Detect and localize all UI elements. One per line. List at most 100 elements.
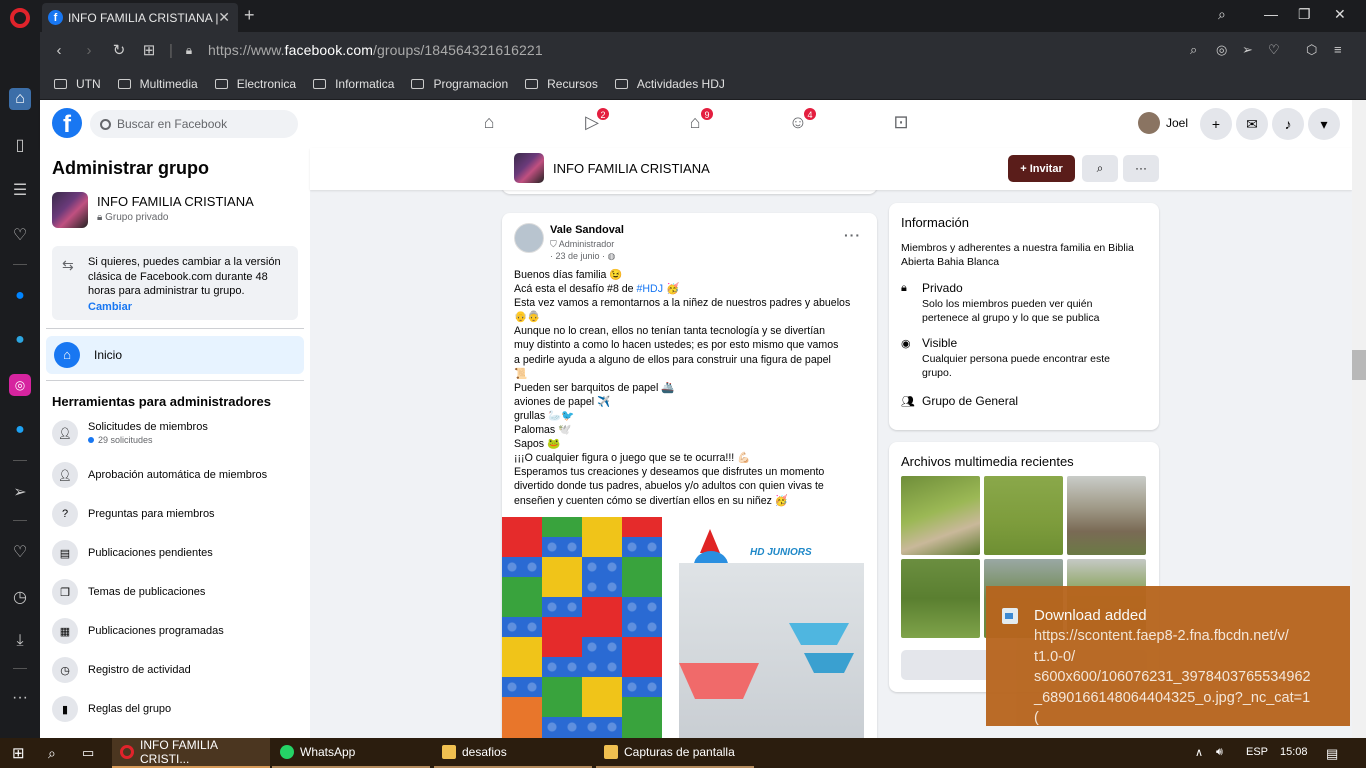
switch-link[interactable]: Cambiar: [88, 300, 290, 315]
close-tab-icon[interactable]: ✕: [218, 9, 230, 26]
flow-icon[interactable]: ➢: [9, 481, 31, 503]
bookmark-electronica[interactable]: Electronica: [214, 77, 296, 91]
media-thumbnail[interactable]: [984, 476, 1063, 555]
bookmark-informatica[interactable]: Informatica: [313, 77, 394, 91]
twitter-icon[interactable]: ●: [9, 419, 31, 441]
bookmark-programacion[interactable]: Programacion: [411, 77, 508, 91]
search-group-icon[interactable]: ⌕: [1082, 155, 1118, 182]
create-icon[interactable]: +: [1200, 108, 1232, 140]
profile-link[interactable]: Joel: [1138, 112, 1188, 134]
search-icon: [100, 118, 111, 130]
language-indicator[interactable]: ESP: [1246, 746, 1268, 758]
more-icon[interactable]: ···: [9, 687, 31, 709]
gaming-nav-icon[interactable]: ⊡: [889, 112, 913, 136]
tool-activity-log[interactable]: ◷ Registro de actividad: [52, 657, 191, 683]
url-field[interactable]: https://www.facebook.com/groups/18456432…: [208, 42, 543, 58]
post-options-icon[interactable]: ···: [844, 227, 861, 243]
invite-button[interactable]: + Invitar: [1008, 155, 1075, 182]
home-icon[interactable]: ⌂: [9, 88, 31, 110]
forward-icon[interactable]: ›: [74, 42, 104, 59]
list-icon[interactable]: ☰: [9, 179, 31, 201]
group-card[interactable]: INFO FAMILIA CRISTIANA 🔒︎ Grupo privado: [52, 192, 254, 228]
messenger-icon[interactable]: ✉: [1236, 108, 1268, 140]
scrollbar-thumb[interactable]: [1352, 350, 1366, 380]
restore-icon[interactable]: ❐: [1298, 6, 1311, 23]
opera-sidebar: ⌂ ▯ ☰ ♡ ● ● ◎ ● ➢ ♡ ◷ ⤓ ···: [0, 32, 40, 738]
tool-member-questions[interactable]: ? Preguntas para miembros: [52, 501, 215, 527]
notifications-bell-icon[interactable]: ♪: [1272, 108, 1304, 140]
messenger-icon[interactable]: ●: [9, 285, 31, 307]
taskbar-desafios[interactable]: desafios: [434, 738, 592, 768]
lego-image[interactable]: [502, 517, 662, 738]
nav-item-home[interactable]: ⌂ Inicio: [46, 336, 304, 374]
folder-icon: [54, 78, 67, 89]
search-input[interactable]: Buscar en Facebook: [90, 110, 298, 138]
scrollbar-track[interactable]: [1352, 100, 1366, 738]
opera-logo-icon[interactable]: [10, 8, 30, 28]
media-thumbnail[interactable]: [1067, 476, 1146, 555]
media-heading: Archivos multimedia recientes: [901, 454, 1074, 469]
volume-icon[interactable]: 🔊︎: [1216, 746, 1223, 759]
tool-auto-approval[interactable]: 👤︎ Aprobación automática de miembros: [52, 462, 267, 488]
group-thumbnail[interactable]: [514, 153, 544, 183]
bookmark-recursos[interactable]: Recursos: [525, 77, 598, 91]
switch-arrows-icon: ⇆: [62, 257, 74, 273]
heart-icon[interactable]: ♡: [9, 541, 31, 563]
task-view-icon[interactable]: ▭: [74, 738, 108, 768]
bookmark-utn[interactable]: UTN: [54, 77, 101, 91]
instagram-icon[interactable]: ◎: [9, 374, 31, 396]
post-date[interactable]: · 23 de junio ·: [550, 251, 605, 261]
bookmark-multimedia[interactable]: Multimedia: [117, 77, 198, 91]
taskbar-opera[interactable]: INFO FAMILIA CRISTI...: [112, 738, 270, 768]
tool-pending-posts[interactable]: ▤ Publicaciones pendientes: [52, 540, 213, 566]
lock-icon[interactable]: 🔒︎: [178, 43, 200, 58]
tool-member-requests[interactable]: 👤︎ Solicitudes de miembros 29 solicitude…: [52, 420, 208, 446]
clock[interactable]: 15:08: [1280, 746, 1308, 758]
back-icon[interactable]: ‹: [44, 42, 74, 59]
new-tab-icon[interactable]: +: [244, 5, 255, 26]
search-tabs-icon[interactable]: ⌕: [1218, 6, 1226, 23]
send-icon[interactable]: ➢: [1242, 42, 1253, 58]
speed-dial-icon[interactable]: ⊞: [134, 41, 164, 59]
bookmarks-icon[interactable]: ▯: [9, 134, 31, 156]
personal-news-icon[interactable]: ♡: [9, 224, 31, 246]
reload-icon[interactable]: ↻: [104, 41, 134, 59]
post-author[interactable]: Vale Sandoval: [550, 224, 624, 236]
telegram-icon[interactable]: ●: [9, 329, 31, 351]
folder-icon: [525, 78, 539, 89]
browser-tab[interactable]: f INFO FAMILIA CRISTIANA | ✕: [42, 3, 238, 32]
download-toast[interactable]: Download added https://scontent.faep8-2.…: [986, 586, 1350, 726]
clock-icon: ◷: [52, 657, 78, 683]
media-thumbnail[interactable]: [901, 559, 980, 638]
bookmark-actividades-hdj[interactable]: Actividades HDJ: [614, 77, 725, 91]
history-icon[interactable]: ◷: [9, 586, 31, 608]
account-chevron-down-icon[interactable]: ▾: [1308, 108, 1340, 140]
show-hidden-icons-icon[interactable]: ∧: [1195, 746, 1203, 759]
snapshot-icon[interactable]: ◎: [1216, 42, 1227, 58]
home-nav-icon[interactable]: ⌂: [477, 112, 501, 136]
taskbar-whatsapp[interactable]: WhatsApp: [272, 738, 430, 768]
facebook-logo-icon[interactable]: f: [52, 108, 82, 138]
extensions-icon[interactable]: ⬡: [1306, 42, 1317, 58]
tool-post-topics[interactable]: ❐ Temas de publicaciones: [52, 579, 205, 605]
minimize-icon[interactable]: —: [1264, 6, 1278, 22]
media-thumbnail[interactable]: [901, 476, 980, 555]
tool-group-rules[interactable]: ▮ Reglas del grupo: [52, 696, 171, 722]
more-options-button[interactable]: ···: [1123, 155, 1159, 182]
paper-boats-photo: [679, 563, 864, 738]
close-window-icon[interactable]: ✕: [1334, 6, 1346, 23]
menu-icon[interactable]: ≡: [1334, 42, 1342, 57]
hashtag-link[interactable]: #HDJ: [637, 283, 664, 295]
taskbar-capturas[interactable]: Capturas de pantalla: [596, 738, 754, 768]
action-center-icon[interactable]: ▤: [1326, 746, 1338, 762]
tool-scheduled-posts[interactable]: ▦ Publicaciones programadas: [52, 618, 224, 644]
downloads-icon[interactable]: ⤓: [9, 630, 31, 652]
hd-juniors-image[interactable]: HD JUNIORS: [662, 517, 877, 738]
windows-start-icon[interactable]: ⊞: [4, 738, 40, 768]
author-avatar[interactable]: [514, 223, 544, 253]
info-card: Información Miembros y adherentes a nues…: [889, 203, 1159, 430]
bookmark-heart-icon[interactable]: ♡: [1268, 42, 1280, 58]
search-page-icon[interactable]: ⌕: [1190, 42, 1197, 58]
search-icon[interactable]: ⌕: [40, 738, 74, 768]
group-name[interactable]: INFO FAMILIA CRISTIANA: [553, 161, 710, 176]
